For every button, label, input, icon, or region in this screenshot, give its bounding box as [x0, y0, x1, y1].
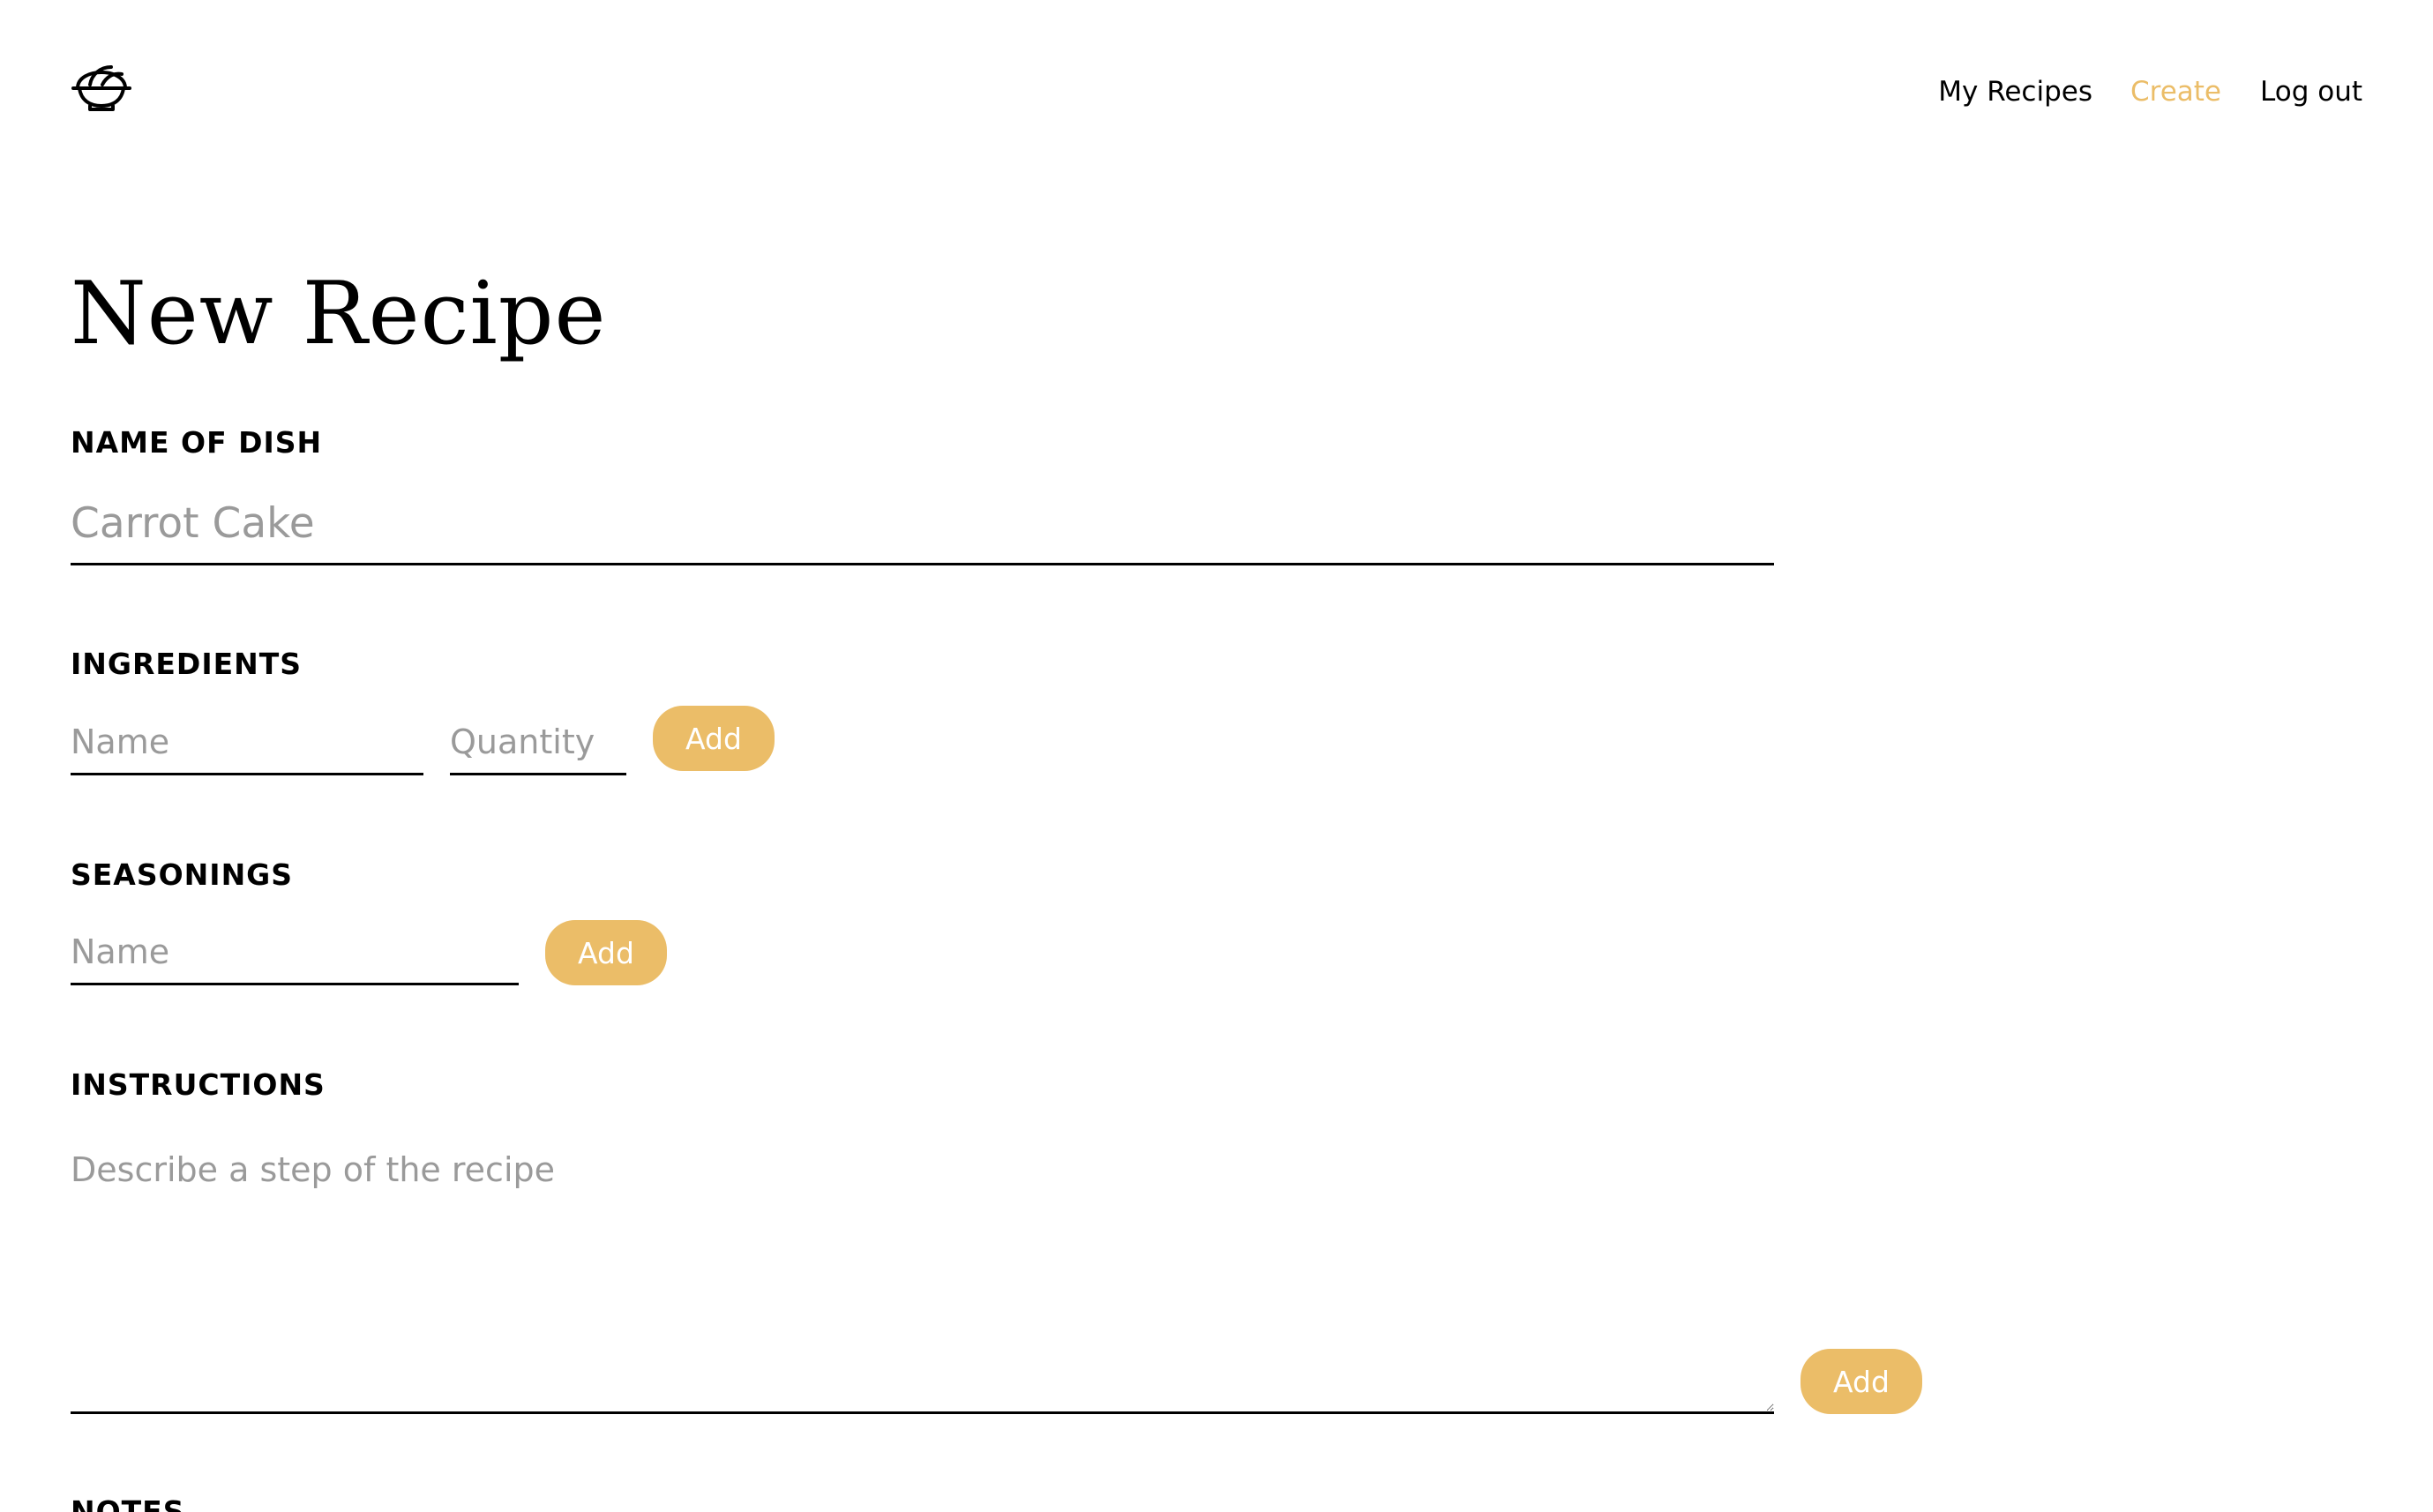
dish-name-label: NAME OF DISH	[71, 425, 323, 460]
ingredient-quantity-input[interactable]	[450, 711, 626, 775]
notes-label: NOTES	[71, 1494, 185, 1512]
ingredients-label: INGREDIENTS	[71, 647, 303, 681]
nav-logout[interactable]: Log out	[2260, 76, 2362, 108]
dish-name-input[interactable]	[71, 483, 1774, 565]
seasonings-label: SEASONINGS	[71, 857, 294, 892]
seasoning-name-input[interactable]	[71, 921, 519, 985]
add-ingredient-button[interactable]: Add	[653, 706, 775, 771]
nav-my-recipes[interactable]: My Recipes	[1938, 76, 2092, 108]
bowl-icon[interactable]	[71, 55, 132, 113]
instructions-label: INSTRUCTIONS	[71, 1067, 326, 1102]
add-instruction-button[interactable]: Add	[1800, 1349, 1922, 1414]
page-title: New Recipe	[71, 264, 607, 364]
ingredient-name-input[interactable]	[71, 711, 423, 775]
top-nav: My Recipes Create Log out	[1904, 76, 2433, 118]
instruction-step-textarea[interactable]	[71, 1147, 1774, 1414]
add-seasoning-button[interactable]: Add	[545, 920, 667, 985]
nav-create[interactable]: Create	[2130, 76, 2221, 108]
